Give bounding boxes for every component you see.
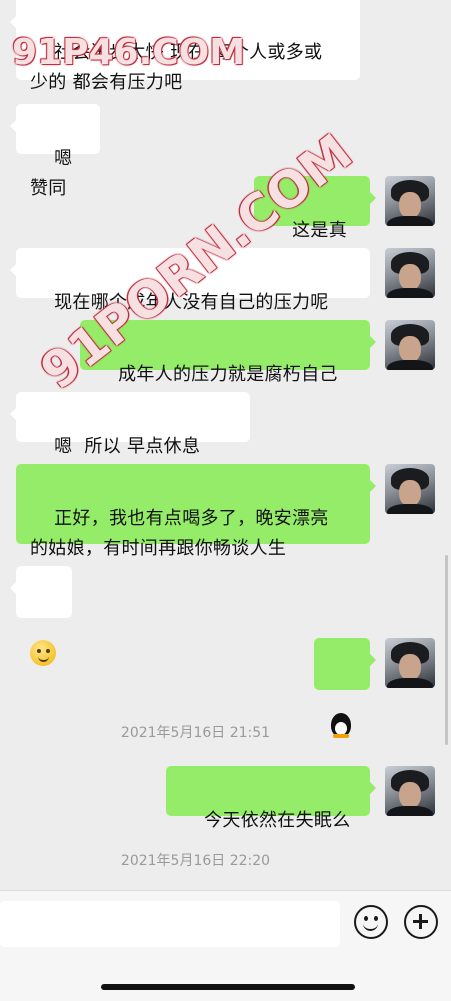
- user-avatar[interactable]: [385, 176, 435, 226]
- message-text: 今天依然在失眠么: [204, 810, 351, 831]
- message-text: 正好，我也有点喝多了，晚安漂亮 的姑娘，有时间再跟你畅谈人生: [30, 508, 329, 559]
- user-avatar[interactable]: [385, 464, 435, 514]
- scrollbar[interactable]: [445, 555, 448, 745]
- message-text: 嗯 所以 早点休息: [54, 436, 201, 457]
- user-avatar[interactable]: [385, 248, 435, 298]
- message-bubble-outgoing[interactable]: 今天依然在失眠么: [166, 766, 376, 831]
- message-text: 成年人的压力就是腐朽自己: [118, 364, 338, 385]
- message-text: 嗯 赞同: [30, 148, 79, 199]
- message-bubble-incoming[interactable]: 现在哪个成年人没有自己的压力呢: [10, 248, 370, 313]
- smile-emoji-icon: [30, 640, 56, 666]
- message-bubble-outgoing[interactable]: [314, 638, 376, 738]
- message-bubble-outgoing[interactable]: 成年人的压力就是腐朽自己: [80, 320, 376, 385]
- message-bubble-incoming[interactable]: 嗯 赞同: [10, 104, 100, 199]
- message-bubble-outgoing[interactable]: 这是真的: [254, 176, 376, 271]
- user-avatar[interactable]: [385, 766, 435, 816]
- message-bubble-incoming[interactable]: 社会进步太快 现在 每个人或多或 少的 都会有压力吧: [10, 0, 360, 93]
- user-avatar[interactable]: [385, 320, 435, 370]
- message-text: 社会进步太快 现在 每个人或多或 少的 都会有压力吧: [30, 42, 323, 93]
- message-text: 现在哪个成年人没有自己的压力呢: [54, 292, 329, 313]
- message-bubble-incoming[interactable]: [10, 566, 72, 666]
- home-indicator: [101, 984, 355, 990]
- chat-area[interactable]: 社会进步太快 现在 每个人或多或 少的 都会有压力吧 嗯 赞同 这是真的 现在哪…: [0, 0, 451, 890]
- emoji-button-icon[interactable]: [354, 905, 388, 939]
- message-timestamp: 2021年5月16日 22:20: [120, 853, 271, 869]
- user-avatar[interactable]: [385, 638, 435, 688]
- message-input[interactable]: [0, 901, 340, 947]
- plus-button-icon[interactable]: [404, 905, 438, 939]
- message-bubble-incoming[interactable]: 嗯 所以 早点休息: [10, 392, 250, 490]
- message-bubble-outgoing[interactable]: 正好，我也有点喝多了，晚安漂亮 的姑娘，有时间再跟你畅谈人生: [16, 464, 376, 559]
- message-timestamp: 2021年5月16日 21:51: [120, 725, 271, 741]
